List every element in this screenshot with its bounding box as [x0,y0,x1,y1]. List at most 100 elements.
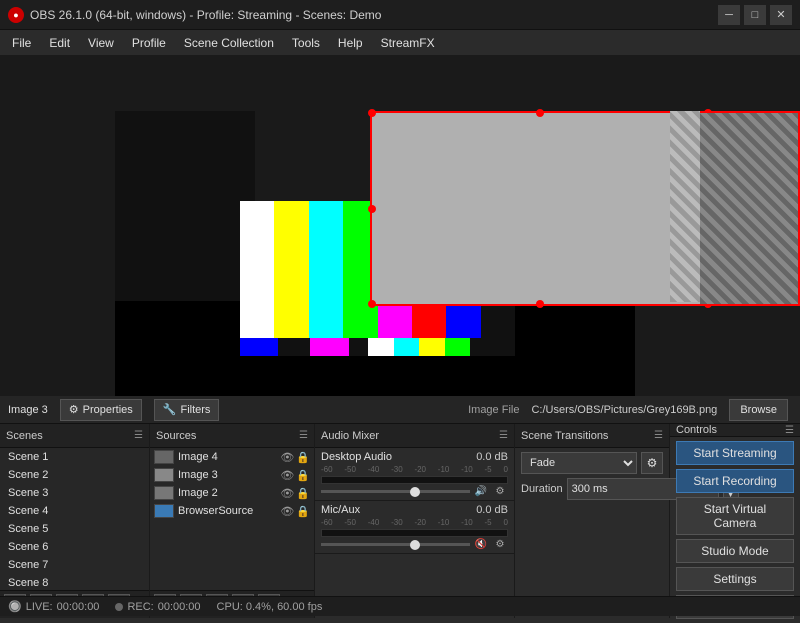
mic-aux-name: Mic/Aux [321,504,360,516]
source-label-1: Image 4 [178,451,276,463]
image-file-label: Image File [468,404,519,416]
rec-indicator: REC: 00:00:00 [115,601,200,613]
desktop-audio-slider[interactable] [321,490,470,493]
controls-panel-header: Controls ☰ [670,424,800,437]
app-icon: ● [8,7,24,23]
sources-menu-icon[interactable]: ☰ [299,430,308,441]
source-thumb-4 [154,504,174,518]
gear-icon: ⚙ [69,403,79,416]
menu-tools[interactable]: Tools [284,32,328,54]
scene-item-3[interactable]: Scene 3 [0,484,149,502]
source-label-3: Image 2 [178,487,276,499]
desktop-audio-channel: Desktop Audio 0.0 dB -60-50-40-30-20-10-… [315,448,514,501]
image-file-path: C:/Users/OBS/Pictures/Grey169B.png [531,404,717,416]
scene-item-1[interactable]: Scene 1 [0,448,149,466]
lock-icon-3[interactable]: 🔒 [296,487,310,500]
source-thumb-2 [154,468,174,482]
menu-file[interactable]: File [4,32,39,54]
audio-panel: Audio Mixer ☰ Desktop Audio 0.0 dB -60-5… [315,424,515,618]
source-label-4: BrowserSource [178,505,276,517]
properties-button[interactable]: ⚙ Properties [60,399,142,421]
start-streaming-button[interactable]: Start Streaming [676,441,794,465]
close-button[interactable]: ✕ [770,5,792,25]
audio-header-label: Audio Mixer [321,430,379,442]
lock-icon-2[interactable]: 🔒 [296,469,310,482]
scene-item-2[interactable]: Scene 2 [0,466,149,484]
menu-streamfx[interactable]: StreamFX [373,32,443,54]
mic-aux-config[interactable]: ⚙ [492,539,508,550]
transitions-type-select[interactable]: Fade Cut Swipe Slide [521,452,637,474]
controls-panel: Controls ☰ Start Streaming Start Recordi… [670,424,800,618]
rec-time: 00:00:00 [158,601,201,613]
scene-item-5[interactable]: Scene 5 [0,520,149,538]
eye-icon-1[interactable]: 👁 [280,451,294,464]
lock-icon-4[interactable]: 🔒 [296,505,310,518]
transitions-menu-icon[interactable]: ☰ [654,430,663,441]
scene-item-7[interactable]: Scene 7 [0,556,149,574]
sources-header-label: Sources [156,430,196,442]
source-item-3[interactable]: Image 2 👁 🔒 [150,484,314,502]
audio-menu-icon[interactable]: ☰ [499,430,508,441]
handle-tl[interactable] [368,109,376,117]
controls-menu-icon[interactable]: ☰ [785,425,794,436]
menu-scene-collection[interactable]: Scene Collection [176,32,282,54]
studio-mode-button[interactable]: Studio Mode [676,539,794,563]
transitions-panel-header: Scene Transitions ☰ [515,424,669,448]
scenes-panel-header: Scenes ☰ [0,424,149,448]
source-thumb-1 [154,450,174,464]
audio-panel-header: Audio Mixer ☰ [315,424,514,448]
scene-item-8[interactable]: Scene 8 [0,574,149,590]
menu-edit[interactable]: Edit [41,32,78,54]
transitions-duration-row: Duration ▲ ▼ [521,478,663,500]
transitions-body: Fade Cut Swipe Slide ⚙ Duration ▲ ▼ [515,448,669,508]
mic-aux-header: Mic/Aux 0.0 dB [321,504,508,516]
maximize-button[interactable]: □ [744,5,766,25]
minimize-button[interactable]: ─ [718,5,740,25]
eye-icon-3[interactable]: 👁 [280,487,294,500]
sources-panel-header: Sources ☰ [150,424,314,448]
desktop-audio-config[interactable]: ⚙ [492,486,508,497]
source-item-1[interactable]: Image 4 👁 🔒 [150,448,314,466]
mic-aux-db: 0.0 dB [476,504,508,516]
mic-aux-mute[interactable]: 🔇 [473,539,489,550]
window-controls[interactable]: ─ □ ✕ [718,5,792,25]
start-virtual-camera-button[interactable]: Start Virtual Camera [676,497,794,535]
scene-item-4[interactable]: Scene 4 [0,502,149,520]
menu-help[interactable]: Help [330,32,371,54]
preview-area [0,56,800,396]
scenes-header-label: Scenes [6,430,43,442]
handle-bc[interactable] [536,300,544,308]
grey-overlay-image[interactable] [370,111,710,306]
scenes-menu-icon[interactable]: ☰ [134,430,143,441]
sources-panel: Sources ☰ Image 4 👁 🔒 Image 3 👁 🔒 [150,424,315,618]
mic-aux-meter [321,529,508,537]
scene-item-6[interactable]: Scene 6 [0,538,149,556]
source-bar: Image 3 ⚙ Properties 🔧 Filters Image Fil… [0,396,800,424]
start-recording-button[interactable]: Start Recording [676,469,794,493]
transitions-settings-button[interactable]: ⚙ [641,452,663,474]
eye-icon-4[interactable]: 👁 [280,505,294,518]
transitions-duration-label: Duration [521,483,563,495]
cpu-indicator: CPU: 0.4%, 60.00 fps [217,601,323,613]
rec-dot [115,603,123,611]
handle-bl[interactable] [368,300,376,308]
handle-tc[interactable] [536,109,544,117]
source-thumb-3 [154,486,174,500]
lock-icon-1[interactable]: 🔒 [296,451,310,464]
menu-view[interactable]: View [80,32,122,54]
mic-aux-controls: 🔇 ⚙ [321,539,508,550]
mic-aux-slider[interactable] [321,543,470,546]
filters-button[interactable]: 🔧 Filters [154,399,220,421]
handle-ml[interactable] [368,205,376,213]
source-item-4[interactable]: BrowserSource 👁 🔒 [150,502,314,520]
menu-profile[interactable]: Profile [124,32,174,54]
menu-bar: File Edit View Profile Scene Collection … [0,30,800,56]
source-item-2[interactable]: Image 3 👁 🔒 [150,466,314,484]
desktop-audio-scale: -60-50-40-30-20-10-10-50 [321,465,508,474]
settings-button[interactable]: Settings [676,567,794,591]
live-label: LIVE: [26,601,53,613]
desktop-audio-mute[interactable]: 🔊 [473,486,489,497]
browse-button[interactable]: Browse [729,399,788,421]
title-bar-left: ● OBS 26.1.0 (64-bit, windows) - Profile… [8,7,381,23]
eye-icon-2[interactable]: 👁 [280,469,294,482]
